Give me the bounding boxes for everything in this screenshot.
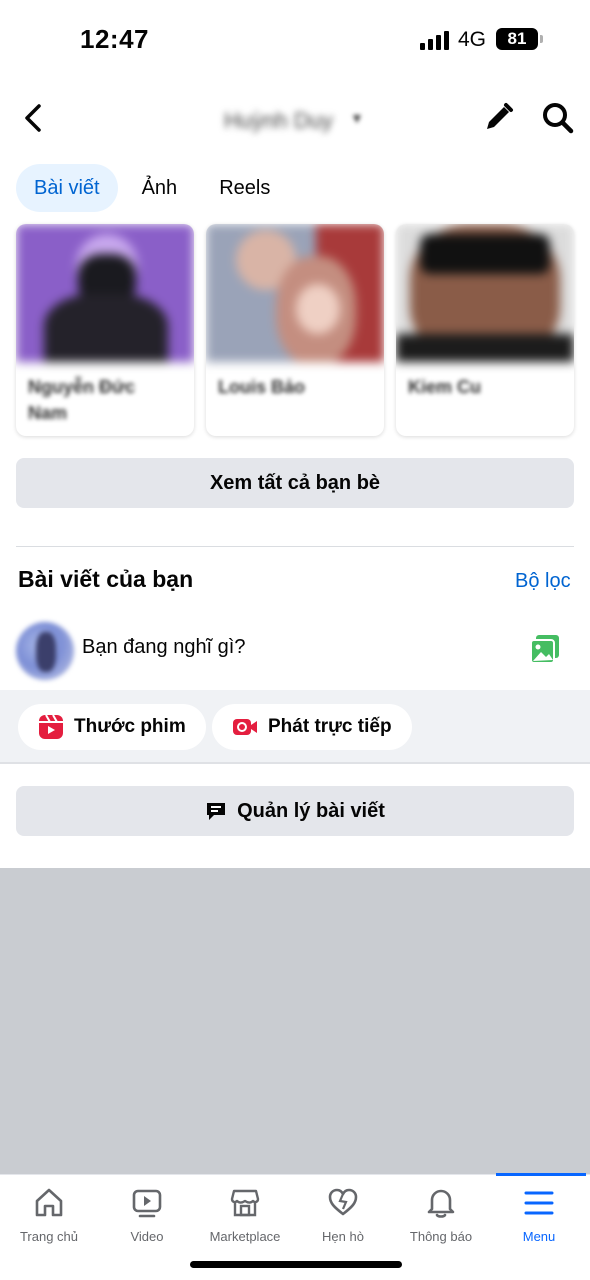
nav-marketplace[interactable]: Marketplace xyxy=(196,1175,294,1255)
status-bar: 12:47 4G 81 xyxy=(0,0,590,80)
cellular-signal-icon xyxy=(420,30,450,50)
posts-section-title: Bài viết của bạn xyxy=(18,566,194,592)
avatar[interactable] xyxy=(16,622,74,680)
post-composer[interactable]: Bạn đang nghĩ gì? xyxy=(0,616,590,688)
reels-label: Thước phim xyxy=(74,716,186,737)
friend-card[interactable]: Kiem Cu xyxy=(396,224,574,436)
edit-button[interactable] xyxy=(480,100,516,136)
composer-prompt[interactable]: Bạn đang nghĩ gì? xyxy=(82,636,245,659)
nav-menu[interactable]: Menu xyxy=(490,1175,588,1255)
friend-card[interactable]: Louis Bảo xyxy=(206,224,384,436)
home-icon xyxy=(35,1188,63,1217)
nav-dating[interactable]: Hẹn hò xyxy=(294,1175,392,1255)
friend-photo xyxy=(396,224,574,362)
nav-video-label: Video xyxy=(130,1229,164,1244)
reels-button[interactable]: Thước phim xyxy=(18,704,206,750)
nav-notifications[interactable]: Thông báo xyxy=(392,1175,490,1255)
tab-reels[interactable]: Reels xyxy=(201,164,288,212)
section-divider xyxy=(16,546,574,547)
create-options-bar: Thước phim Phát trực tiếp xyxy=(0,690,590,764)
nav-home-label: Trang chủ xyxy=(19,1229,79,1244)
live-video-button[interactable]: Phát trực tiếp xyxy=(212,704,412,750)
search-icon xyxy=(543,103,574,134)
friend-name: Nguyễn Đức Nam xyxy=(28,377,136,423)
photo-icon xyxy=(530,635,559,664)
live-video-label: Phát trực tiếp xyxy=(268,716,392,737)
battery-icon: 81 xyxy=(496,28,538,50)
filter-button[interactable]: Bộ lọc xyxy=(515,570,571,593)
profile-name[interactable]: Huỳnh Duy xyxy=(224,108,333,134)
network-type: 4G xyxy=(458,28,487,51)
battery-level: 81 xyxy=(507,29,527,48)
marketplace-icon xyxy=(230,1189,260,1217)
tab-posts[interactable]: Bài viết xyxy=(16,164,118,212)
friends-grid: Nguyễn Đức Nam Louis Bảo Kiem Cu xyxy=(16,224,574,438)
nav-menu-label: Menu xyxy=(522,1229,556,1244)
see-all-friends-button[interactable]: Xem tất cả bạn bè xyxy=(16,458,574,508)
home-indicator[interactable] xyxy=(190,1261,402,1268)
nav-notifications-label: Thông báo xyxy=(409,1229,473,1244)
nav-dating-label: Hẹn hò xyxy=(322,1229,364,1244)
back-button[interactable] xyxy=(18,100,50,136)
profile-header: Huỳnh Duy ▼ xyxy=(0,92,590,146)
friend-photo xyxy=(16,224,194,362)
bell-icon xyxy=(427,1189,455,1218)
live-video-icon xyxy=(233,719,257,735)
friend-name: Kiem Cu xyxy=(408,377,482,397)
status-time: 12:47 xyxy=(80,24,149,54)
search-button[interactable] xyxy=(540,100,576,136)
friend-photo xyxy=(206,224,384,362)
manage-posts-icon xyxy=(207,803,226,820)
reels-icon xyxy=(39,714,63,739)
nav-home[interactable]: Trang chủ xyxy=(0,1175,98,1255)
manage-posts-button[interactable]: Quản lý bài viết xyxy=(16,786,574,836)
chevron-left-icon xyxy=(25,104,41,132)
pencil-icon xyxy=(487,103,513,129)
video-icon xyxy=(132,1189,162,1218)
friend-card[interactable]: Nguyễn Đức Nam xyxy=(16,224,194,436)
friend-name: Louis Bảo xyxy=(218,377,306,397)
feed-loading-area xyxy=(0,868,590,1174)
caret-down-icon: ▼ xyxy=(350,110,364,126)
menu-icon xyxy=(524,1191,554,1215)
nav-video[interactable]: Video xyxy=(98,1175,196,1255)
nav-marketplace-label: Marketplace xyxy=(209,1229,281,1244)
tab-photos[interactable]: Ảnh xyxy=(124,164,196,212)
profile-tabs: Bài viết Ảnh Reels xyxy=(16,164,288,212)
manage-posts-label: Quản lý bài viết xyxy=(237,799,385,822)
battery-tip xyxy=(540,35,543,43)
add-photo-button[interactable] xyxy=(528,632,562,666)
dating-heart-icon xyxy=(328,1188,358,1216)
